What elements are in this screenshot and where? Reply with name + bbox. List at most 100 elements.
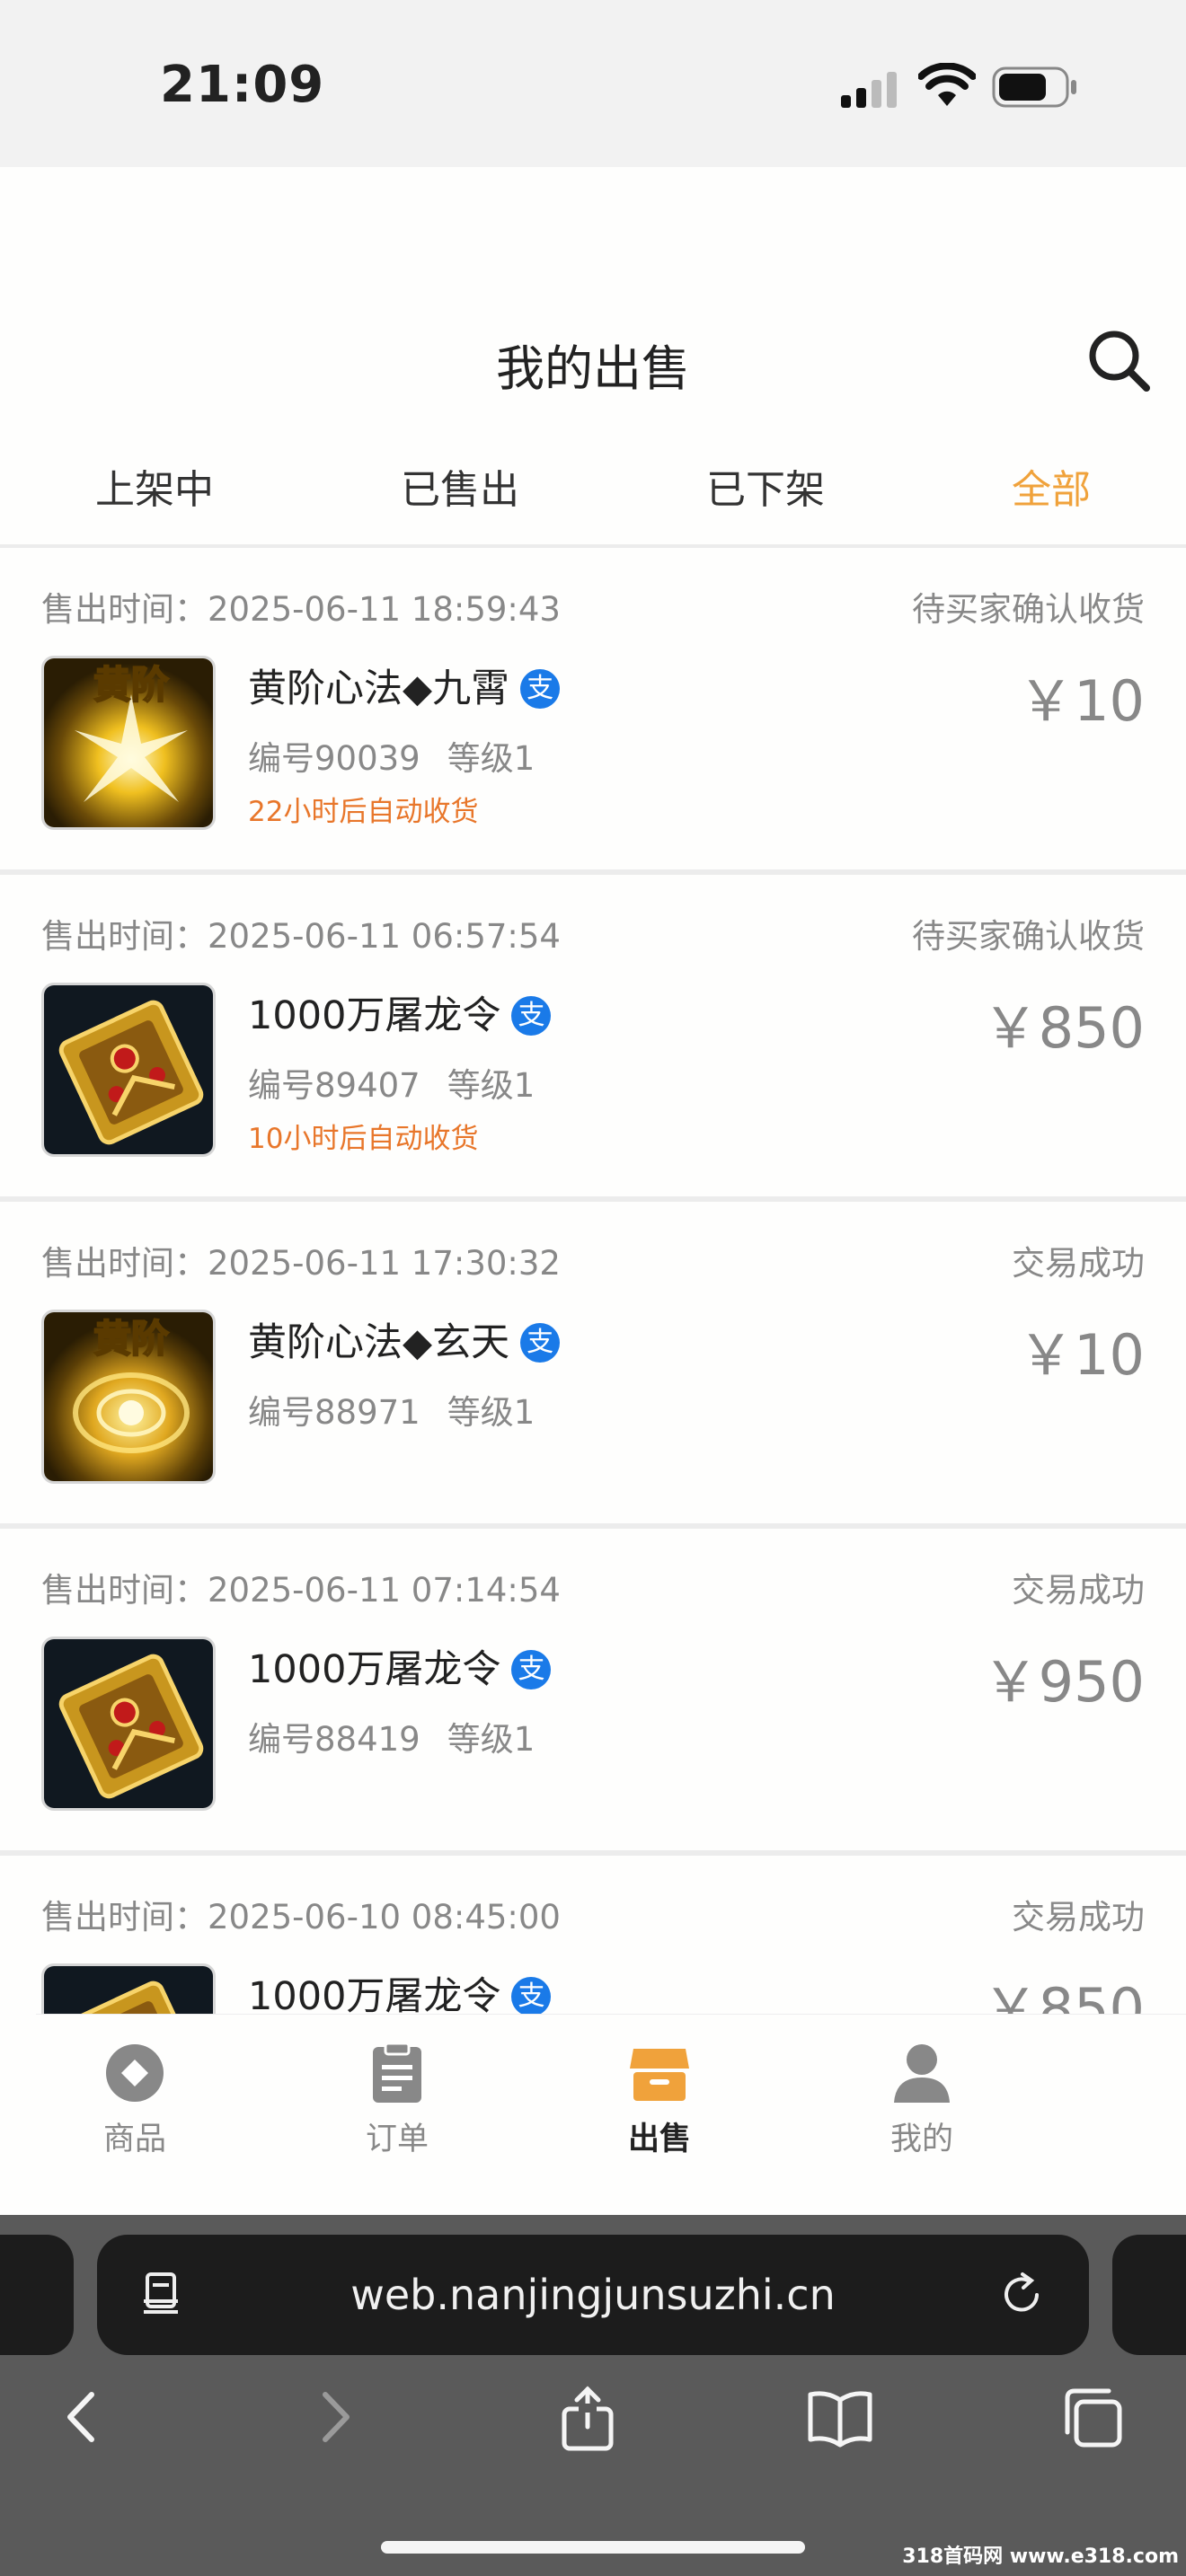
item-thumbnail — [41, 1636, 216, 1811]
nav-profile[interactable]: 我的 — [823, 2015, 1021, 2159]
nav-label: 订单 — [365, 2122, 429, 2157]
item-name: 1000万屠龙令支 — [248, 1638, 552, 1694]
back-icon[interactable] — [54, 2386, 108, 2448]
order-status: 待买家确认收货 — [912, 590, 1145, 629]
page-menu-icon[interactable] — [138, 2271, 187, 2319]
item-level: 等级1 — [447, 739, 535, 778]
order-card[interactable]: 售出时间：2025-06-11 06:57:54 待买家确认收货 1000万屠龙… — [0, 875, 1186, 1202]
auto-receive-note: 10小时后自动收货 — [248, 1123, 479, 1155]
address-bar[interactable]: web.nanjingjunsuzhi.cn — [97, 2235, 1089, 2355]
item-name-text: 1000万屠龙令 — [248, 1647, 501, 1692]
item-code: 编号90039 — [248, 739, 420, 778]
nav-label: 商品 — [102, 2122, 166, 2157]
order-card[interactable]: 售出时间：2025-06-11 17:30:32 交易成功 黄阶 黄阶心法◆玄天… — [0, 1202, 1186, 1529]
filter-tabs: 上架中 已售出 已下架 全部 — [0, 446, 1186, 548]
item-thumbnail: 黄阶 — [41, 1310, 216, 1484]
forward-icon[interactable] — [309, 2386, 363, 2448]
item-thumbnail: 黄阶 — [41, 656, 216, 830]
order-list: 售出时间：2025-06-11 18:59:43 待买家确认收货 黄阶 黄阶心法… — [0, 548, 1186, 2017]
previous-tab-preview[interactable] — [0, 2235, 74, 2355]
item-level: 等级1 — [447, 1066, 535, 1105]
item-meta: 编号88419 等级1 — [248, 1712, 562, 1760]
svg-text:黄阶: 黄阶 — [93, 663, 169, 707]
item-price: ￥10 — [1018, 1322, 1145, 1388]
watermark: 318首码网 www.e318.com — [902, 2545, 1179, 2568]
sold-time: 售出时间：2025-06-11 06:57:54 — [41, 917, 561, 956]
order-card[interactable]: 售出时间：2025-06-11 18:59:43 待买家确认收货 黄阶 黄阶心法… — [0, 548, 1186, 875]
item-price: ￥10 — [1018, 668, 1145, 734]
url-text: web.nanjingjunsuzhi.cn — [350, 2271, 836, 2319]
item-code: 编号88419 — [248, 1720, 420, 1759]
yellow-burst-icon: 黄阶 — [44, 658, 213, 827]
tab-sold[interactable]: 已售出 — [361, 446, 559, 535]
order-status: 交易成功 — [1012, 1571, 1145, 1610]
alipay-icon: 支 — [520, 1322, 561, 1363]
sold-time: 售出时间：2025-06-10 08:45:00 — [41, 1898, 561, 1936]
item-meta: 编号88971 等级1 — [248, 1385, 562, 1434]
profile-icon — [894, 2044, 950, 2103]
dragon-token-icon — [44, 1639, 213, 1808]
battery-icon — [992, 66, 1076, 108]
yellow-swirl-icon: 黄阶 — [44, 1312, 213, 1481]
tab-on-shelf[interactable]: 上架中 — [56, 446, 253, 535]
search-icon[interactable] — [1087, 329, 1152, 393]
share-icon[interactable] — [559, 2386, 616, 2452]
order-card[interactable]: 售出时间：2025-06-10 08:45:00 交易成功 1000万屠龙令支 … — [0, 1856, 1186, 2017]
order-status: 待买家确认收货 — [912, 917, 1145, 956]
item-thumbnail — [41, 983, 216, 1157]
tab-delisted[interactable]: 已下架 — [667, 446, 864, 535]
reload-icon[interactable] — [997, 2271, 1046, 2319]
auto-receive-note: 22小时后自动收货 — [248, 796, 479, 828]
page-title: 我的出售 — [496, 340, 690, 397]
dragon-token-icon — [44, 985, 213, 1154]
item-price: ￥850 — [982, 1976, 1145, 2017]
nav-label: 我的 — [890, 2122, 953, 2157]
order-status: 交易成功 — [1012, 1898, 1145, 1936]
item-meta: 编号89407 等级1 — [248, 1058, 562, 1107]
sold-time: 售出时间：2025-06-11 17:30:32 — [41, 1244, 561, 1283]
item-name: 1000万屠龙令支 — [248, 1965, 552, 2017]
item-name: 黄阶心法◆九霄支 — [248, 657, 561, 713]
browser-chrome: web.nanjingjunsuzhi.cn 318首码网 www.e318.c… — [0, 2215, 1186, 2576]
item-name-text: 黄阶心法◆九霄 — [248, 666, 510, 711]
tab-all[interactable]: 全部 — [952, 446, 1150, 535]
nav-label: 出售 — [627, 2122, 691, 2157]
item-thumbnail — [41, 1963, 216, 2017]
nav-goods[interactable]: 商品 — [36, 2015, 234, 2159]
svg-text:黄阶: 黄阶 — [93, 1317, 169, 1361]
alipay-icon: 支 — [511, 1976, 552, 2016]
item-level: 等级1 — [447, 1720, 535, 1759]
item-price: ￥950 — [982, 1649, 1145, 1715]
bookmarks-icon[interactable] — [807, 2386, 873, 2448]
item-price: ￥850 — [982, 995, 1145, 1061]
sell-store-icon — [630, 2049, 689, 2101]
sold-time: 售出时间：2025-06-11 07:14:54 — [41, 1571, 561, 1610]
status-time: 21:09 — [160, 56, 325, 114]
sold-time: 售出时间：2025-06-11 18:59:43 — [41, 590, 561, 629]
item-name: 黄阶心法◆玄天支 — [248, 1311, 561, 1367]
tabs-overview-icon[interactable] — [1060, 2386, 1125, 2450]
item-meta: 编号90039 等级1 — [248, 731, 562, 780]
item-code: 编号88971 — [248, 1393, 420, 1432]
alipay-icon: 支 — [511, 995, 552, 1036]
dragon-token-icon — [44, 1966, 213, 2017]
app-content: 我的出售 上架中 已售出 已下架 全部 售出时间：2025-06-11 18:5… — [0, 167, 1186, 2215]
item-name-text: 1000万屠龙令 — [248, 993, 501, 1038]
alipay-icon: 支 — [520, 668, 561, 709]
cellular-signal-icon — [841, 72, 897, 108]
item-name-text: 黄阶心法◆玄天 — [248, 1320, 510, 1365]
nav-sell[interactable]: 出售 — [561, 2015, 758, 2159]
home-indicator — [381, 2541, 805, 2554]
item-level: 等级1 — [447, 1393, 535, 1432]
status-bar: 21:09 — [0, 0, 1186, 167]
goods-icon — [106, 2044, 164, 2102]
next-tab-preview[interactable] — [1112, 2235, 1186, 2355]
alipay-icon: 支 — [511, 1649, 552, 1689]
nav-orders[interactable]: 订单 — [298, 2015, 496, 2159]
order-status: 交易成功 — [1012, 1244, 1145, 1283]
item-name-text: 1000万屠龙令 — [248, 1974, 501, 2017]
order-card[interactable]: 售出时间：2025-06-11 07:14:54 交易成功 1000万屠龙令支 — [0, 1529, 1186, 1856]
item-name: 1000万屠龙令支 — [248, 984, 552, 1040]
bottom-nav: 商品 订单 出售 我的 — [36, 2014, 1186, 2167]
orders-icon — [373, 2042, 421, 2103]
